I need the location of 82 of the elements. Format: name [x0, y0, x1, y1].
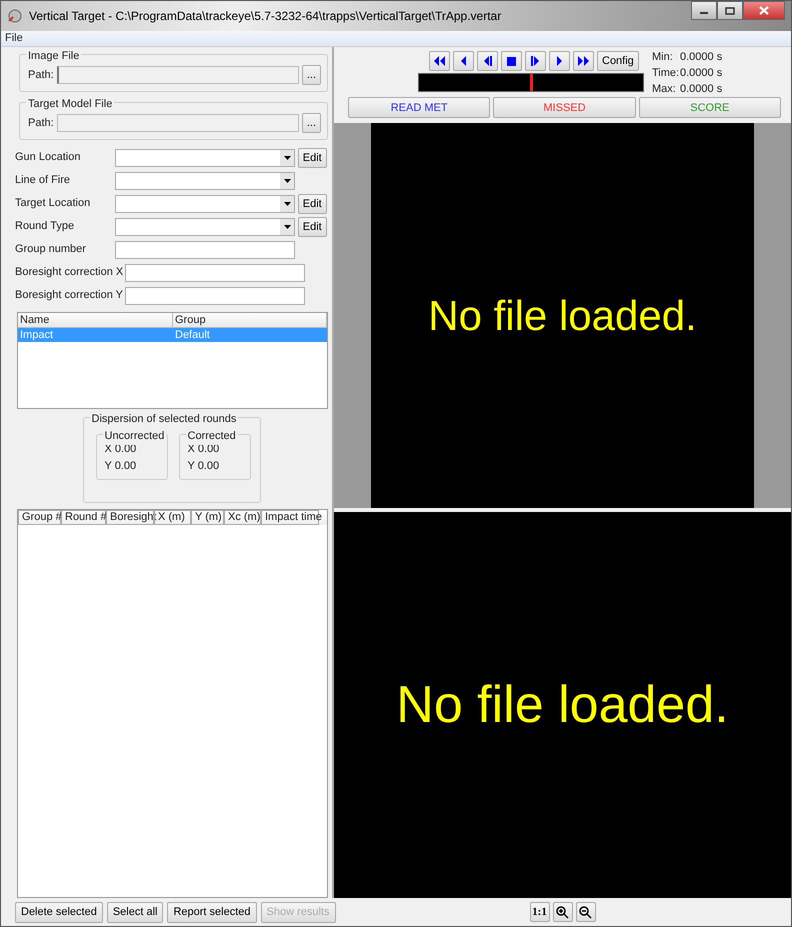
transport-button[interactable]	[573, 51, 594, 71]
dropdown-arrow-icon	[284, 202, 290, 206]
fast-forward-icon	[577, 55, 590, 67]
field-label: Path:	[28, 116, 54, 131]
edit-button[interactable]: Edit	[298, 148, 327, 168]
group-title: Uncorrected	[102, 428, 166, 444]
column-header[interactable]: X (m)	[154, 510, 191, 525]
dropdown-arrow-icon	[284, 224, 290, 228]
actual-size-button[interactable]: 1:1	[530, 902, 550, 922]
dropdown-field[interactable]	[115, 218, 295, 236]
dropdown-field[interactable]	[115, 194, 295, 212]
transport-button[interactable]	[501, 51, 522, 71]
status-message: No file loaded.	[428, 291, 697, 342]
dropdown-field[interactable]	[115, 172, 295, 190]
status-message: No file loaded.	[396, 675, 729, 736]
transport-button[interactable]	[429, 51, 450, 71]
column-header[interactable]: Group	[173, 313, 327, 327]
menu-item[interactable]: File	[5, 30, 23, 47]
action-button: Show results	[260, 902, 336, 922]
dropdown-arrow-icon	[284, 156, 290, 160]
column-header[interactable]: Impact time	[261, 510, 319, 525]
zoom-out-icon	[579, 906, 592, 918]
time-label: Min:	[652, 50, 674, 65]
field-label: Boresight correction Y	[15, 288, 124, 304]
group-title: Target Model File	[26, 96, 114, 112]
transport-button[interactable]	[477, 51, 498, 71]
path-field[interactable]	[56, 114, 299, 132]
y-value: Y 0.00	[188, 458, 220, 474]
dropdown-arrow-icon	[284, 178, 290, 182]
column-header[interactable]: Round #	[61, 510, 106, 525]
timeline-track[interactable]	[418, 73, 644, 92]
close-icon	[759, 6, 769, 15]
mode-button[interactable]: READ MET	[348, 97, 490, 118]
app-icon	[7, 8, 23, 24]
group-title: Corrected	[186, 428, 238, 444]
transport-button[interactable]	[549, 51, 570, 71]
zoom-in-icon	[556, 906, 569, 918]
rewind-icon	[433, 55, 446, 67]
config-button[interactable]: Config	[597, 51, 639, 71]
edit-button[interactable]: Edit	[298, 194, 327, 214]
input-field[interactable]	[115, 240, 295, 258]
maximize-button[interactable]	[717, 1, 743, 20]
time-value: 0.0000 s	[680, 66, 722, 81]
group-title: Image File	[26, 48, 82, 64]
stop-icon	[505, 55, 518, 67]
browse-button[interactable]: ...	[302, 65, 321, 85]
column-header[interactable]: Name	[18, 313, 173, 327]
action-button[interactable]: Report selected	[167, 902, 257, 922]
path-field[interactable]	[56, 66, 299, 84]
minimize-button[interactable]	[691, 1, 717, 20]
window-title: Vertical Target - C:\ProgramData\trackeye\5.7-3232-64\trapps\VerticalTarget\TrApp.vertar	[29, 8, 502, 25]
dropdown-field[interactable]	[115, 148, 295, 166]
time-value: 0.0000 s	[680, 50, 722, 65]
zoom-out-button[interactable]	[576, 902, 596, 922]
action-button[interactable]: Select all	[106, 902, 164, 922]
edit-button[interactable]: Edit	[298, 216, 327, 236]
field-label: Boresight correction X	[15, 265, 124, 280]
field-label: Line of Fire	[15, 173, 72, 188]
field-label: Gun Location	[15, 150, 82, 166]
timeline-marker[interactable]	[530, 74, 533, 91]
transport-button[interactable]	[453, 51, 474, 71]
field-label: Round Type	[15, 219, 76, 234]
y-value: Y 0.00	[104, 458, 138, 474]
field-label: Path:	[28, 68, 54, 83]
action-button[interactable]: Delete selected	[15, 902, 103, 922]
browse-button[interactable]: ...	[302, 113, 321, 133]
field-label: Group number	[15, 242, 87, 258]
transport-button[interactable]	[525, 51, 546, 71]
group-title: Dispersion of selected rounds	[90, 411, 238, 428]
close-button[interactable]	[743, 1, 785, 20]
input-field[interactable]	[125, 264, 306, 282]
zoom-in-button[interactable]	[552, 902, 572, 922]
column-header[interactable]: Y (m)	[191, 510, 224, 525]
input-field[interactable]	[125, 286, 306, 304]
time-label: Time:	[652, 66, 680, 81]
maximize-icon	[725, 6, 735, 14]
time-label: Max:	[652, 82, 677, 97]
field-label: Target Location	[15, 196, 92, 212]
column-header[interactable]: Xc (m)	[224, 510, 261, 525]
time-value: 0.0000 s	[680, 82, 722, 97]
column-header[interactable]: Group #	[18, 510, 61, 525]
step-forward-icon	[529, 55, 542, 67]
